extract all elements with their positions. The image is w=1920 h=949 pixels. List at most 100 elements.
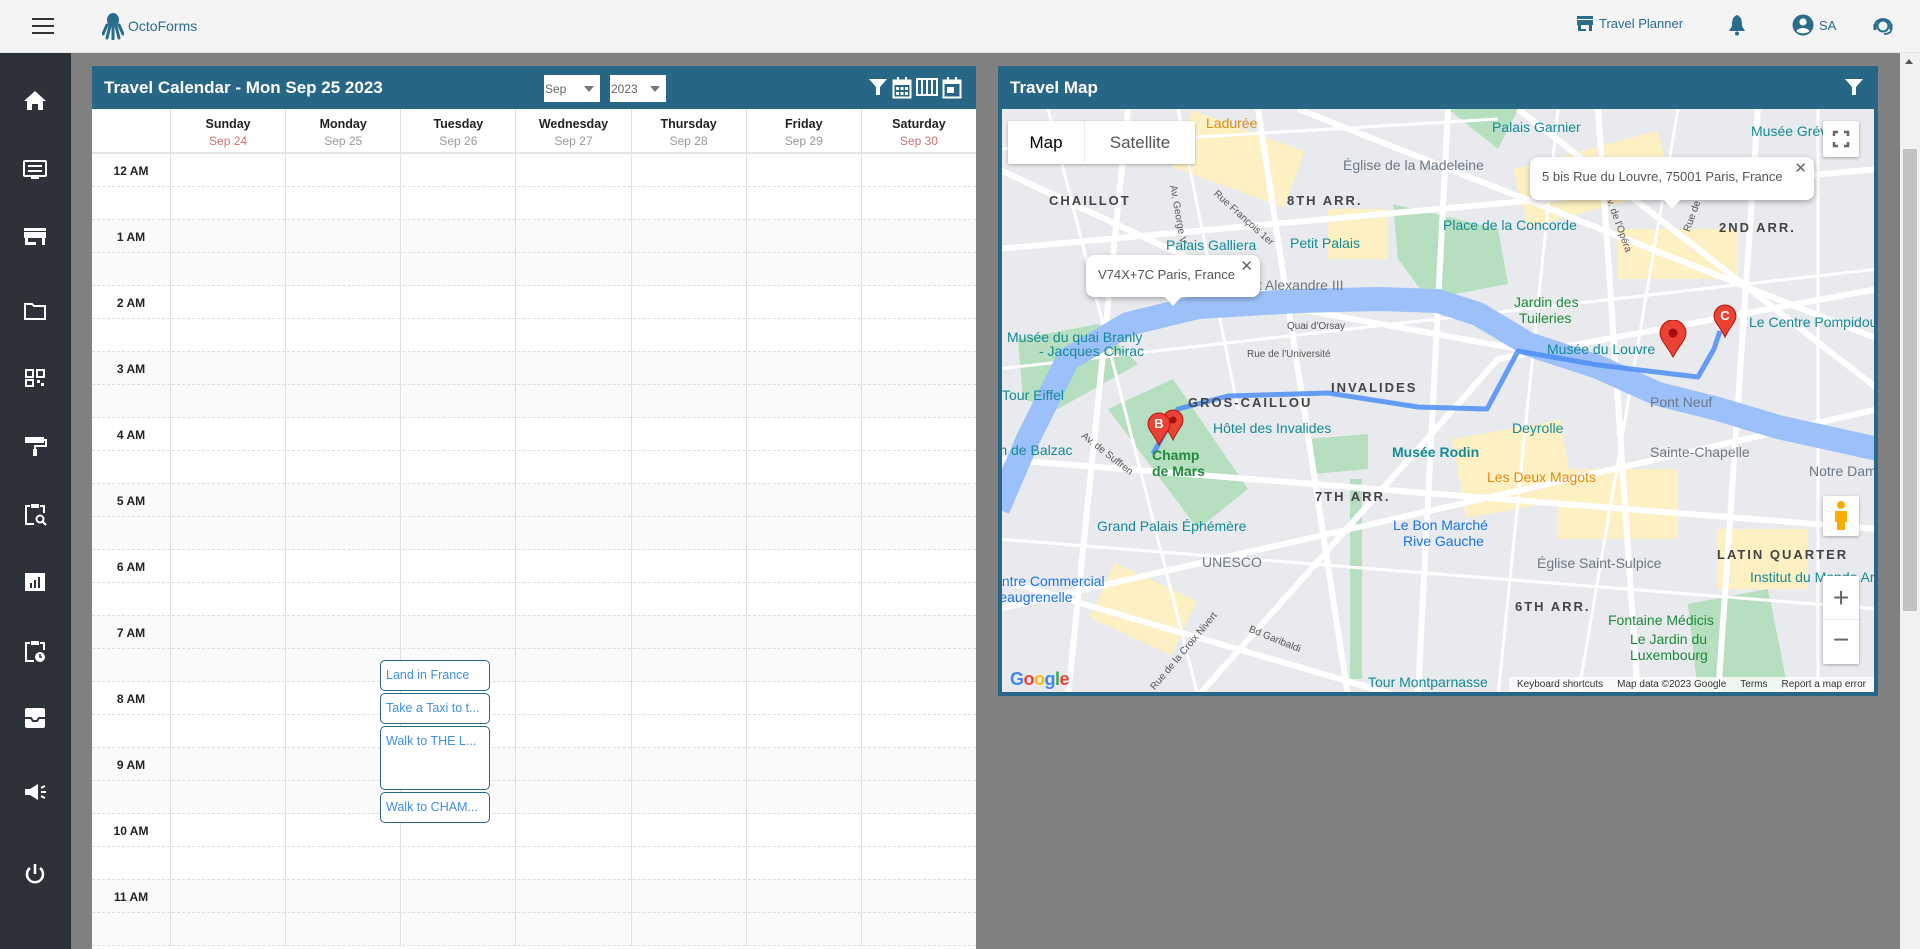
time-slot[interactable] [92, 451, 976, 484]
map-label[interactable]: Pont Neuf [1650, 394, 1712, 410]
map-label[interactable]: Hôtel des Invalides [1213, 420, 1331, 436]
map-label[interactable]: Champ [1152, 447, 1199, 463]
store-icon[interactable] [22, 224, 48, 250]
map-label[interactable]: Jardin des [1514, 294, 1579, 310]
time-slot[interactable] [92, 649, 976, 682]
time-slot[interactable]: 8 AM [92, 682, 976, 715]
map-type-satellite-button[interactable]: Satellite [1084, 121, 1195, 164]
day-header-saturday[interactable]: Saturday Sep 30 [860, 109, 976, 154]
time-slot[interactable] [92, 583, 976, 616]
map-label[interactable]: Tour Eiffel [1002, 387, 1064, 403]
time-slot[interactable]: 11 AM [92, 880, 976, 913]
time-slot[interactable] [92, 187, 976, 220]
time-slot[interactable]: 10 AM [92, 814, 976, 847]
scrollbar-thumb[interactable] [1903, 149, 1917, 611]
support-agent-icon[interactable] [1872, 13, 1894, 42]
time-slot[interactable]: 2 AM [92, 286, 976, 319]
time-slot[interactable] [92, 319, 976, 352]
map-marker-b[interactable]: B [1147, 412, 1171, 446]
clipboard-search-icon[interactable] [22, 501, 48, 527]
fullscreen-button[interactable] [1823, 121, 1859, 157]
map-label[interactable]: Musée du Louvre [1547, 341, 1655, 357]
map-label[interactable]: de Mars [1152, 463, 1205, 479]
time-slot[interactable]: 4 AM [92, 418, 976, 451]
day-header-wednesday[interactable]: Wednesday Sep 27 [515, 109, 630, 154]
bell-icon[interactable] [1728, 14, 1746, 41]
map-label[interactable]: Maison de Balzac [1002, 442, 1073, 458]
map-label[interactable]: Musée Rodin [1392, 444, 1479, 460]
map-view[interactable]: Ladurée Église de la Madeleine CHAILLOT … [998, 109, 1878, 696]
power-icon[interactable] [22, 861, 48, 887]
map-label[interactable]: Les Deux Magots [1487, 469, 1596, 485]
time-slot[interactable]: 3 AM [92, 352, 976, 385]
map-label[interactable]: Centre Commercial [1002, 573, 1105, 589]
inbox-icon[interactable] [22, 705, 48, 731]
map-label[interactable]: Notre Dame [1809, 463, 1874, 479]
map-label[interactable]: - Jacques Chirac [1039, 343, 1144, 359]
settings-monitor-icon[interactable] [22, 157, 48, 183]
map-label[interactable]: Le Centre Pompidou [1749, 314, 1874, 330]
clipboard-clock-icon[interactable] [22, 638, 48, 664]
map-marker-c[interactable]: C [1713, 304, 1737, 338]
user-menu[interactable]: SA [1792, 14, 1836, 36]
map-label[interactable]: Luxembourg [1630, 647, 1708, 663]
map-label[interactable]: Église Saint-Sulpice [1537, 555, 1662, 571]
map-type-map-button[interactable]: Map [1008, 121, 1084, 164]
map-label[interactable]: Le Bon Marché [1393, 517, 1488, 533]
time-slot[interactable]: 5 AM [92, 484, 976, 517]
time-slot[interactable]: 1 AM [92, 220, 976, 253]
map-label[interactable]: Deyrolle [1512, 420, 1563, 436]
home-icon[interactable] [22, 88, 48, 114]
month-view-icon[interactable] [892, 77, 912, 99]
map-marker-selected[interactable] [1659, 320, 1687, 358]
time-slot[interactable]: 7 AM [92, 616, 976, 649]
map-label[interactable]: Grand Palais Éphémère [1097, 518, 1246, 534]
calendar-event[interactable]: Land in France [380, 660, 490, 691]
report-chart-icon[interactable] [22, 569, 48, 595]
day-header-friday[interactable]: Friday Sep 29 [745, 109, 861, 154]
map-label[interactable]: Tour Montparnasse [1368, 674, 1488, 690]
calendar-event[interactable]: Walk to CHAM... [380, 792, 490, 823]
scroll-up-arrow[interactable] [1905, 59, 1913, 64]
map-label[interactable]: Petit Palais [1290, 235, 1360, 251]
zoom-in-button[interactable]: + [1823, 576, 1859, 620]
year-select[interactable]: 2023 [610, 75, 666, 102]
calendar-event[interactable]: Take a Taxi to t... [380, 693, 490, 724]
map-label[interactable]: Sainte-Chapelle [1650, 444, 1750, 460]
time-slot[interactable] [92, 847, 976, 880]
keyboard-shortcuts-link[interactable]: Keyboard shortcuts [1517, 679, 1603, 690]
time-slot[interactable] [92, 781, 976, 814]
app-logo[interactable]: OctoForms [102, 12, 197, 40]
terms-link[interactable]: Terms [1740, 679, 1767, 690]
map-label[interactable]: Fontaine Médicis [1608, 612, 1714, 628]
map-label[interactable]: Le Jardin du [1630, 631, 1707, 647]
map-label[interactable]: Place de la Concorde [1443, 217, 1577, 233]
map-label[interactable]: Rive Gauche [1403, 533, 1484, 549]
report-map-error-link[interactable]: Report a map error [1782, 679, 1866, 690]
megaphone-icon[interactable] [22, 779, 48, 805]
zoom-out-button[interactable]: − [1823, 620, 1859, 664]
close-icon[interactable]: ✕ [1794, 159, 1807, 177]
folder-icon[interactable] [22, 298, 48, 324]
calendar-event[interactable]: Walk to THE L... [380, 726, 490, 790]
day-view-icon[interactable] [942, 77, 962, 99]
map-label[interactable]: UNESCO [1202, 554, 1262, 570]
filter-icon[interactable] [868, 77, 888, 97]
day-header-thursday[interactable]: Thursday Sep 28 [630, 109, 746, 154]
map-label[interactable]: Ladurée [1206, 115, 1257, 131]
street-view-pegman[interactable] [1823, 496, 1859, 536]
time-slot[interactable] [92, 517, 976, 550]
time-slot[interactable]: 9 AM [92, 748, 976, 781]
paint-roller-icon[interactable] [22, 433, 48, 459]
day-header-monday[interactable]: Monday Sep 25 [285, 109, 400, 154]
map-label[interactable]: Beaugrenelle [1002, 589, 1073, 605]
time-slot[interactable] [92, 715, 976, 748]
time-slot[interactable] [92, 385, 976, 418]
day-header-tuesday[interactable]: Tuesday Sep 26 [400, 109, 515, 154]
time-slot[interactable]: 6 AM [92, 550, 976, 583]
time-slot[interactable]: 12 AM [92, 154, 976, 187]
map-label[interactable]: Palais Garnier [1492, 119, 1581, 135]
day-header-sunday[interactable]: Sunday Sep 24 [170, 109, 285, 154]
page-scrollbar[interactable] [1900, 53, 1920, 949]
travel-planner-link[interactable]: Travel Planner [1576, 14, 1683, 32]
